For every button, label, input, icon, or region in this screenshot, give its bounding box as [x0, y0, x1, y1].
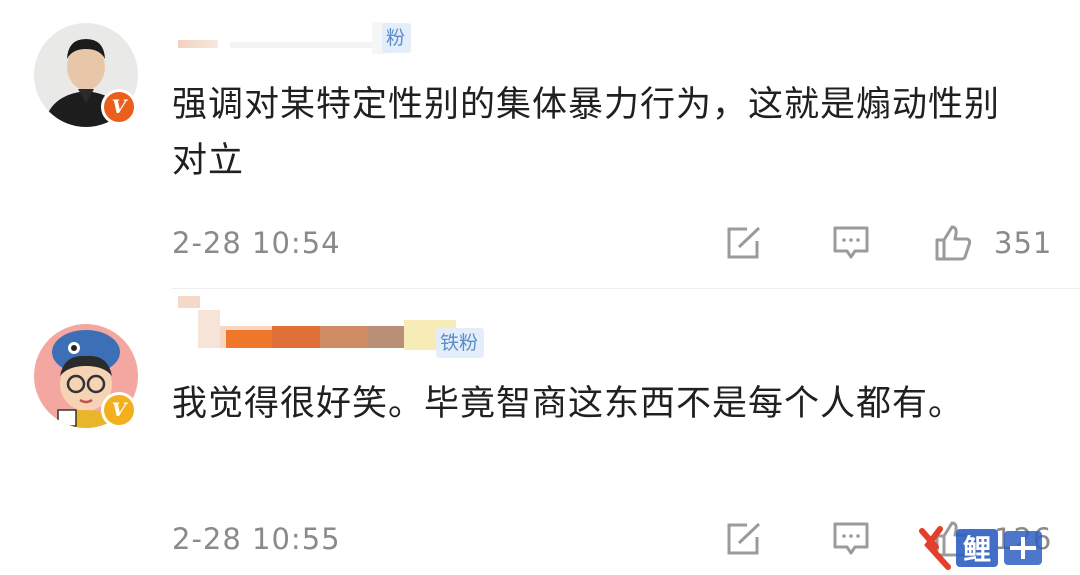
- username-blur: [198, 310, 220, 348]
- comment-item: V 粉 强调对某特定性别的集体暴力行为，这就是煽动性别对立 2-28 10:54…: [0, 0, 1080, 288]
- username-blur: [226, 330, 272, 348]
- share-icon[interactable]: [725, 521, 763, 557]
- verified-badge-icon: V: [101, 89, 137, 125]
- comment-meta: 2-28 10:54 351: [172, 223, 1080, 263]
- comment-time: 2-28 10:54: [172, 226, 341, 260]
- svg-text:鲤: 鲤: [963, 533, 991, 566]
- username[interactable]: 铁粉: [172, 292, 502, 358]
- fan-badge: 铁粉: [436, 328, 485, 358]
- verified-badge-icon: V: [101, 392, 137, 428]
- comment-icon[interactable]: [832, 225, 870, 261]
- share-icon[interactable]: [725, 225, 763, 261]
- comment-text: 强调对某特定性别的集体暴力行为，这就是煽动性别对立: [172, 85, 1001, 181]
- username-blur: [178, 296, 200, 308]
- username-blur: [272, 326, 320, 348]
- watermark-logo: 鲤: [918, 523, 1048, 571]
- comment-time: 2-28 10:55: [172, 522, 341, 556]
- username-blur: [320, 326, 368, 348]
- username[interactable]: 粉: [172, 22, 432, 54]
- like-icon[interactable]: [934, 225, 972, 261]
- comment-text: 我觉得很好笑。毕竟智商这东西不是每个人都有。: [172, 384, 965, 424]
- comment-icon[interactable]: [832, 521, 870, 557]
- username-blur: [178, 40, 218, 48]
- fan-badge: 粉: [382, 23, 412, 53]
- like-count: 351: [994, 226, 1053, 260]
- username-blur: [230, 42, 372, 48]
